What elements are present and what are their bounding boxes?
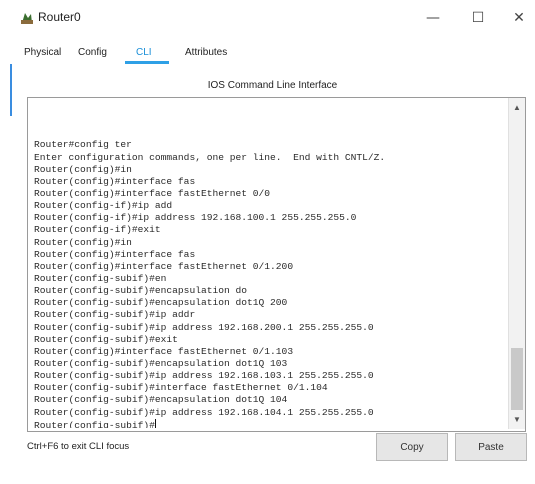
terminal-line: Router(config-subif)#ip address 192.168.… — [34, 370, 374, 382]
window-title: Router0 — [38, 10, 81, 24]
minimize-button[interactable]: — — [418, 6, 448, 30]
terminal-scrollbar[interactable]: ▲ ▼ — [508, 98, 525, 429]
terminal-line: Router(config)#in — [34, 163, 132, 175]
maximize-button[interactable]: ☐ — [463, 6, 493, 30]
text-cursor — [154, 418, 156, 428]
terminal-line: Router(config-if)#ip add — [34, 200, 173, 212]
terminal-line: Router(config-subif)#encapsulation dot1Q… — [34, 358, 288, 369]
terminal-line: Router(config-if)#exit — [34, 224, 161, 236]
terminal-line: Router(config-subif)#en — [34, 273, 167, 285]
terminal-line: Router#config ter — [34, 139, 132, 151]
cli-header: IOS Command Line Interface — [207, 80, 338, 91]
terminal-line: Router(config)#interface fas — [34, 248, 196, 260]
tab-physical[interactable]: Physical — [24, 47, 61, 58]
terminal-line: Router(config-subif)#encapsulation do — [34, 285, 248, 297]
cli-terminal[interactable]: Router#config ter Enter configuration com… — [27, 97, 526, 432]
scroll-down-arrow-icon[interactable]: ▼ — [509, 412, 525, 426]
tab-config[interactable]: Config — [78, 47, 107, 58]
terminal-line: Router(config-subif)#exit — [34, 333, 178, 345]
terminal-line: Router(config-subif)#ip address 192.168.… — [34, 321, 374, 333]
close-button[interactable]: ✕ — [504, 6, 534, 30]
terminal-line: Router(config-subif)#ip addr — [34, 309, 196, 321]
terminal-line: Router(config)#in — [34, 236, 132, 248]
terminal-output[interactable]: Router#config ter Enter configuration com… — [34, 103, 502, 428]
scroll-up-arrow-icon[interactable]: ▲ — [509, 100, 525, 114]
terminal-line: Router(config)#interface fastEthernet 0/… — [34, 345, 294, 357]
terminal-line: Router(config)#interface fastEthernet 0/… — [34, 188, 271, 200]
terminal-line: Router(config-subif)#encapsulation dot1Q… — [34, 297, 288, 309]
active-tab-indicator — [125, 61, 169, 64]
current-prompt: Router(config-subif)# — [34, 419, 155, 428]
copy-button[interactable]: Copy — [376, 433, 448, 461]
terminal-line: Enter configuration commands, one per li… — [34, 151, 386, 163]
terminal-line: Router(config)#interface fas — [34, 175, 196, 187]
tab-attributes[interactable]: Attributes — [185, 47, 227, 58]
focus-hint: Ctrl+F6 to exit CLI focus — [27, 441, 130, 452]
terminal-line: Router(config-subif)#encapsulation dot1Q… — [34, 394, 288, 406]
tab-strip: Physical Config CLI Attributes — [10, 36, 535, 64]
scrollbar-thumb[interactable] — [511, 348, 523, 410]
router-icon — [21, 13, 33, 24]
tab-cli[interactable]: CLI — [136, 47, 152, 58]
terminal-line: Router(config-subif)#ip address 192.168.… — [34, 406, 374, 418]
terminal-line: Router(config-subif)#interface fastEther… — [34, 382, 328, 394]
title-bar: Router0 — ☐ ✕ — [0, 0, 535, 36]
terminal-prompt-line[interactable]: Router(config-subif)# — [34, 418, 502, 428]
terminal-line: Router(config-if)#ip address 192.168.100… — [34, 212, 357, 224]
terminal-line: Router(config)#interface fastEthernet 0/… — [34, 260, 294, 272]
paste-button[interactable]: Paste — [455, 433, 527, 461]
